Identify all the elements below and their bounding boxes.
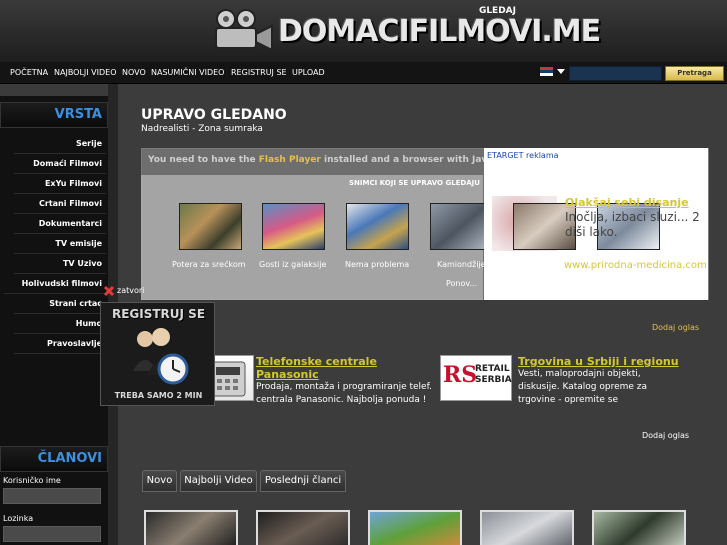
sidebar-item-holivudski-filmovi[interactable]: Holivudski filmovi bbox=[4, 275, 106, 294]
sidebar-item-exyu-filmovi[interactable]: ExYu Filmovi bbox=[14, 175, 106, 194]
more-link[interactable]: Ponov... bbox=[446, 279, 477, 288]
close-promo-link[interactable]: zatvori bbox=[117, 286, 144, 295]
nav-item-pocetna[interactable]: POČETNA bbox=[10, 68, 48, 77]
ad-body: Vesti, maloprodajni objekti, diskusije. … bbox=[518, 369, 648, 405]
nav-item-registruj-se[interactable]: REGISTRUJ SE bbox=[231, 68, 287, 77]
ad-title-link[interactable]: Trgovina u Srbiji i regionu bbox=[518, 355, 718, 368]
sidebar-item-tv-uzivo[interactable]: TV Uzivo bbox=[14, 255, 106, 274]
sidebar: VRSTA Serije Domaći Filmovi ExYu Filmovi… bbox=[0, 96, 108, 545]
flash-msg-pre: You need to have the bbox=[148, 155, 259, 165]
ad-title-link[interactable]: Telefonske centrale Panasonic bbox=[256, 355, 416, 381]
promo-title: REGISTRUJ SE bbox=[111, 307, 206, 321]
now-watching-header: SNIMCI KOJI SE UPRAVO GLEDAJU bbox=[349, 179, 480, 187]
tab-poslednji-clanci[interactable]: Poslednji članci bbox=[260, 470, 346, 492]
tab-novo[interactable]: Novo bbox=[142, 470, 177, 492]
sidebar-item-humor[interactable]: Humo bbox=[14, 315, 106, 334]
sidebar-item-domaci-filmovi[interactable]: Domaći Filmovi bbox=[14, 155, 106, 174]
serbian-flag-icon[interactable] bbox=[540, 67, 553, 76]
site-header: DOMACIFILMOVI.ME GLEDAJ bbox=[0, 0, 727, 62]
video-thumbnail[interactable] bbox=[262, 203, 325, 250]
password-input[interactable] bbox=[3, 526, 101, 542]
page: { "header": { "logo_text": "DOMACIFILMOV… bbox=[0, 0, 727, 545]
sidebar-title-clanovi: ČLANOVI bbox=[0, 446, 108, 472]
video-thumbnail-label[interactable]: Potera za srećkom bbox=[172, 260, 246, 269]
nav-item-novo[interactable]: NOVO bbox=[122, 68, 146, 77]
video-thumbnail-label[interactable]: Ispod crta bbox=[526, 260, 566, 269]
ad-headline-link[interactable]: Olakšaj sebi disanje bbox=[565, 196, 689, 209]
sidebar-title-vrsta: VRSTA bbox=[0, 102, 108, 128]
video-thumbnail[interactable] bbox=[368, 510, 462, 545]
tab-najbolji-video[interactable]: Najbolji Video bbox=[180, 470, 257, 492]
sidebar-item-pravoslavlje[interactable]: Pravoslavlje bbox=[14, 335, 106, 354]
nav-item-upload[interactable]: UPLOAD bbox=[292, 68, 325, 77]
search-button[interactable]: Pretraga bbox=[665, 66, 724, 81]
retail-logo-mark: RS bbox=[443, 362, 478, 388]
register-promo[interactable]: REGISTRUJ SE TREBA SAMO 2 MIN bbox=[100, 302, 215, 406]
ad-body: Prodaja, montaža i programiranje telef. … bbox=[256, 382, 432, 405]
username-label: Korisničko ime bbox=[3, 476, 61, 485]
page-title: UPRAVO GLEDANO bbox=[141, 107, 287, 123]
add-ad-link[interactable]: Dodaj oglas bbox=[642, 431, 689, 440]
video-thumbnail-label[interactable]: Nema problema bbox=[345, 260, 409, 269]
video-thumbnail[interactable] bbox=[346, 203, 409, 250]
close-icon[interactable] bbox=[103, 285, 115, 297]
logo-subtitle: GLEDAJ bbox=[478, 6, 516, 16]
nav-item-nasumicni-video[interactable]: NASUMIČNI VIDEO bbox=[151, 68, 224, 77]
add-ad-link[interactable]: Dodaj oglas bbox=[652, 323, 699, 332]
username-input[interactable] bbox=[3, 488, 101, 504]
chevron-down-icon[interactable] bbox=[557, 69, 565, 74]
video-thumbnail[interactable] bbox=[592, 510, 686, 545]
search-input[interactable] bbox=[569, 66, 662, 81]
password-label: Lozinka bbox=[3, 514, 34, 523]
etarget-label: ETARGET reklama bbox=[487, 151, 559, 160]
video-thumbnail-label[interactable]: Gosti iz galaksije bbox=[259, 260, 326, 269]
sidebar-item-crtani-filmovi[interactable]: Crtani Filmovi bbox=[14, 195, 106, 214]
site-logo[interactable]: DOMACIFILMOVI.ME GLEDAJ bbox=[210, 6, 601, 56]
sidebar-item-serije[interactable]: Serije bbox=[14, 135, 106, 154]
users-clock-icon bbox=[133, 328, 189, 385]
nav-item-najbolji-video[interactable]: NAJBOLJI VIDEO bbox=[54, 68, 117, 77]
sidebar-item-strani-crtani[interactable]: Strani crtac bbox=[14, 295, 106, 314]
flash-player-link[interactable]: Flash Player bbox=[259, 155, 321, 165]
page-subtitle[interactable]: Nadrealisti - Zona sumraka bbox=[141, 124, 263, 134]
ad-url-link[interactable]: www.prirodna-medicina.com bbox=[564, 258, 714, 273]
video-thumbnail[interactable] bbox=[144, 510, 238, 545]
video-thumbnail-label[interactable]: Kamiondžije bbox=[437, 260, 486, 269]
logo-text: DOMACIFILMOVI.ME bbox=[278, 14, 601, 49]
sidebar-item-dokumentarci[interactable]: Dokumentarci bbox=[14, 215, 106, 234]
video-thumbnail[interactable] bbox=[480, 510, 574, 545]
video-thumbnail[interactable] bbox=[179, 203, 242, 250]
video-thumbnail[interactable] bbox=[256, 510, 350, 545]
retail-serbia-logo[interactable]: RS RETAIL SERBIA bbox=[440, 355, 512, 401]
ad-text: Inočlja, izbaci sluzi... 2 diši lako. bbox=[565, 210, 700, 239]
film-camera-icon bbox=[215, 9, 273, 52]
promo-subtitle: TREBA SAMO 2 MIN bbox=[114, 391, 203, 400]
retail-logo-text: RETAIL SERBIA bbox=[475, 364, 512, 385]
sidebar-item-tv-emisije[interactable]: TV emisije bbox=[14, 235, 106, 254]
